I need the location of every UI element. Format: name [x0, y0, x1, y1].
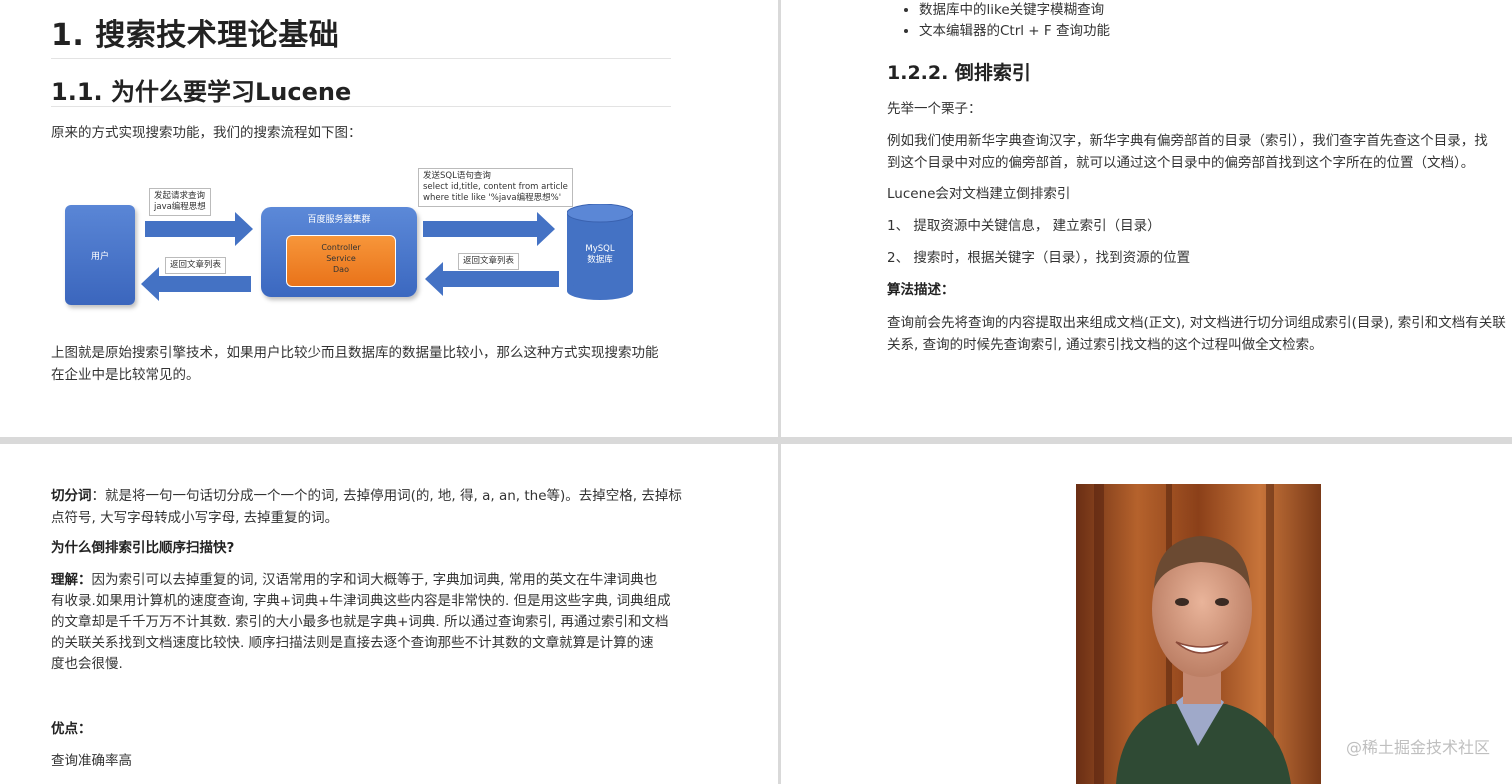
advantage-text: 查询准确率高 — [51, 753, 132, 769]
service-label: Service — [326, 254, 356, 263]
request-note-line: java编程思想 — [154, 202, 206, 212]
controller-label: Controller — [321, 243, 361, 252]
algorithm-title: 算法描述： — [887, 279, 955, 301]
dictionary-line: 例如我们使用新华字典查询汉字，新华字典有偏旁部首的目录（索引），我们查字首先查这… — [887, 133, 1488, 149]
sql-note-line: where title like '%java编程思想%' — [423, 193, 562, 203]
document-page-1: 1. 搜索技术理论基础 1.1. 为什么要学习Lucene 原来的方式实现搜索功… — [0, 0, 778, 437]
question-text: 为什么倒排索引比顺序扫描快? — [51, 540, 235, 556]
sql-note: 发送SQL语句查询 select id,title, content from … — [418, 168, 573, 207]
heading-1: 1. 搜索技术理论基础 — [51, 18, 340, 53]
advantage-title-text: 优点： — [51, 721, 92, 737]
summary-line: 在企业中是比较常见的。 — [51, 367, 200, 383]
dictionary-line: 到这个目录中对应的偏旁部首，就可以通过这个目录中的偏旁部首找到这个字所在的位置（… — [887, 155, 1475, 171]
user-block: 用户 — [65, 205, 135, 305]
request-note: 发起请求查询 java编程思想 — [149, 188, 211, 216]
question-heading: 为什么倒排索引比顺序扫描快? — [51, 537, 234, 559]
algorithm-line: 关系, 查询的时候先查询索引, 通过索引找文档的这个过程叫做全文检索。 — [887, 337, 1323, 353]
return-note-right: 返回文章列表 — [458, 253, 520, 270]
return-note-left: 返回文章列表 — [165, 257, 227, 274]
example-paragraph: 先举一个栗子： — [887, 101, 982, 117]
lucene-paragraph: Lucene会对文档建立倒排索引 — [887, 186, 1071, 202]
sql-note-line: 发送SQL语句查询 — [423, 171, 491, 181]
intro-paragraph: 原来的方式实现搜索功能，我们的搜索流程如下图： — [51, 125, 362, 141]
database-label-line: MySQL — [585, 244, 615, 254]
request-note-line: 发起请求查询 — [154, 191, 206, 201]
step-1: 1、 提取资源中关键信息， 建立索引（目录） — [887, 218, 1161, 234]
database-label-line: 数据库 — [587, 255, 613, 265]
sql-note-line: select id,title, content from article — [423, 182, 568, 192]
segmentation-line: ：就是将一句一句话切分成一个一个的词, 去掉停用词(的, 地, 得, a, an… — [91, 488, 682, 504]
understanding-paragraph: 理解：因为索引可以去掉重复的词, 汉语常用的字和词大概等于, 字典加词典, 常用… — [51, 570, 691, 675]
document-page-2: 数据库中的like关键字模糊查询 文本编辑器的Ctrl + F 查询功能 1.2… — [781, 0, 1512, 437]
algorithm-title-text: 算法描述： — [887, 282, 955, 298]
understanding-line: 度也会很慢. — [51, 656, 123, 672]
summary-line: 上图就是原始搜索引擎技术，如果用户比较少而且数据库的数据量比较小，那么这种方式实… — [51, 345, 659, 361]
segmentation-line: 点符号, 大写字母转成小写字母, 去掉重复的词。 — [51, 510, 339, 526]
document-page-3: 切分词：就是将一句一句话切分成一个一个的词, 去掉停用词(的, 地, 得, a,… — [0, 444, 778, 784]
understanding-line: 的关联关系找到文档速度比较快. 顺序扫描法则是直接去逐个查询那些不计其数的文章就… — [51, 635, 654, 651]
summary-paragraph: 上图就是原始搜索引擎技术，如果用户比较少而且数据库的数据量比较小，那么这种方式实… — [51, 342, 691, 386]
dictionary-paragraph: 例如我们使用新华字典查询汉字，新华字典有偏旁部首的目录（索引），我们查字首先查这… — [887, 130, 1512, 174]
step-2: 2、 搜索时，根据关键字（目录），找到资源的位置 — [887, 250, 1191, 266]
heading-divider — [51, 58, 671, 59]
sql-arrow — [423, 212, 555, 246]
understanding-line: 的文章却是千千万万不计其数. 索引的大小最多也就是字典+词典. 所以通过查询索引… — [51, 614, 669, 630]
search-flow-diagram: 用户 发起请求查询 java编程思想 返回文章列表 百度服务器集群 Contro… — [55, 162, 645, 312]
server-cluster-title: 百度服务器集群 — [307, 215, 371, 225]
list-item: 文本编辑器的Ctrl + F 查询功能 — [919, 21, 1110, 42]
document-page-4: @稀土掘金技术社区 — [781, 444, 1512, 784]
understanding-line: 因为索引可以去掉重复的词, 汉语常用的字和词大概等于, 字典加词典, 常用的英文… — [91, 572, 658, 588]
algorithm-paragraph: 查询前会先将查询的内容提取出来组成文档(正文), 对文档进行切分词组成索引(目录… — [887, 312, 1512, 356]
watermark: @稀土掘金技术社区 — [1345, 738, 1490, 757]
portrait-photo — [1076, 484, 1321, 784]
segmentation-label: 切分词 — [51, 488, 92, 504]
understanding-line: 有收录.如果用计算机的速度查询, 字典+词典+牛津词典这些内容是非常快的. 但是… — [51, 593, 671, 609]
algorithm-line: 查询前会先将查询的内容提取出来组成文档(正文), 对文档进行切分词组成索引(目录… — [887, 315, 1506, 331]
list-item: 数据库中的like关键字模糊查询 — [919, 0, 1110, 21]
advantage-title: 优点： — [51, 718, 92, 740]
heading-divider — [51, 106, 671, 107]
dao-label: Dao — [333, 265, 349, 274]
segmentation-paragraph: 切分词：就是将一句一句话切分成一个一个的词, 去掉停用词(的, 地, 得, a,… — [51, 485, 691, 529]
request-arrow — [145, 212, 253, 246]
heading-1-1: 1.1. 为什么要学习Lucene — [51, 78, 352, 106]
database-label: MySQL 数据库 — [567, 244, 633, 266]
understanding-label: 理解： — [51, 572, 92, 588]
app-layers-block: Controller Service Dao — [286, 235, 396, 287]
server-cluster-block: 百度服务器集群 Controller Service Dao — [261, 207, 417, 297]
search-methods-list: 数据库中的like关键字模糊查询 文本编辑器的Ctrl + F 查询功能 — [919, 0, 1110, 42]
heading-1-2-2: 1.2.2. 倒排索引 — [887, 62, 1031, 84]
